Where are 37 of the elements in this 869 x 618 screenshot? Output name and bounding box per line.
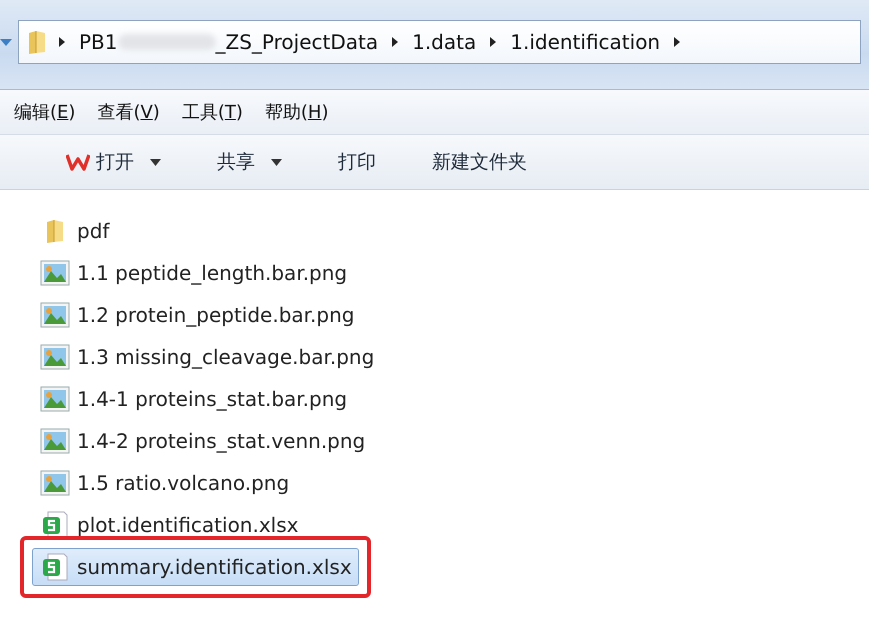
file-item[interactable]: 1.5 ratio.volcano.png [32,462,296,504]
file-item[interactable]: pdf [32,210,116,252]
file-item[interactable]: 1.4-2 proteins_stat.venn.png [32,420,372,462]
toolbar-button[interactable]: 新建文件夹 [426,145,533,179]
chevron-icon[interactable] [488,36,498,48]
menu-item[interactable]: 查看(V) [93,98,164,126]
image-file-icon [40,302,70,328]
breadcrumb[interactable]: PB1 _ZS_ProjectData [77,30,380,54]
back-arrow-icon[interactable] [0,37,12,47]
file-item[interactable]: 1.2 protein_peptide.bar.png [32,294,362,336]
file-item[interactable]: plot.identification.xlsx [32,504,306,546]
file-item[interactable]: 1.3 missing_cleavage.bar.png [32,336,382,378]
breadcrumb[interactable]: 1.identification [508,30,662,54]
breadcrumb[interactable]: 1.data [410,30,478,54]
toolbar-button[interactable]: 共享 [211,145,288,179]
folder-icon [45,218,65,244]
image-file-icon [40,428,70,454]
image-file-icon [40,260,70,286]
menu-item[interactable]: 帮助(H) [260,98,332,126]
file-item[interactable]: summary.identification.xlsx [32,548,359,586]
menu-item[interactable]: 编辑(E) [10,98,80,126]
spreadsheet-file-icon [42,511,68,539]
toolbar-button[interactable]: 打开 [60,145,167,179]
chevron-icon[interactable] [390,36,400,48]
file-item[interactable]: 1.4-1 proteins_stat.bar.png [32,378,354,420]
menu-item[interactable]: 工具(T) [178,98,247,126]
spreadsheet-file-icon [42,553,68,581]
folder-icon [27,29,47,55]
file-item[interactable]: 1.1 peptide_length.bar.png [32,252,354,294]
address-bar[interactable]: PB1 _ZS_ProjectData 1.data 1.identification [18,20,861,64]
image-file-icon [40,386,70,412]
image-file-icon [40,470,70,496]
toolbar-button[interactable]: 打印 [332,145,382,179]
chevron-icon[interactable] [672,36,682,48]
app-logo-icon [66,152,90,172]
chevron-icon[interactable] [57,36,67,48]
image-file-icon [40,344,70,370]
